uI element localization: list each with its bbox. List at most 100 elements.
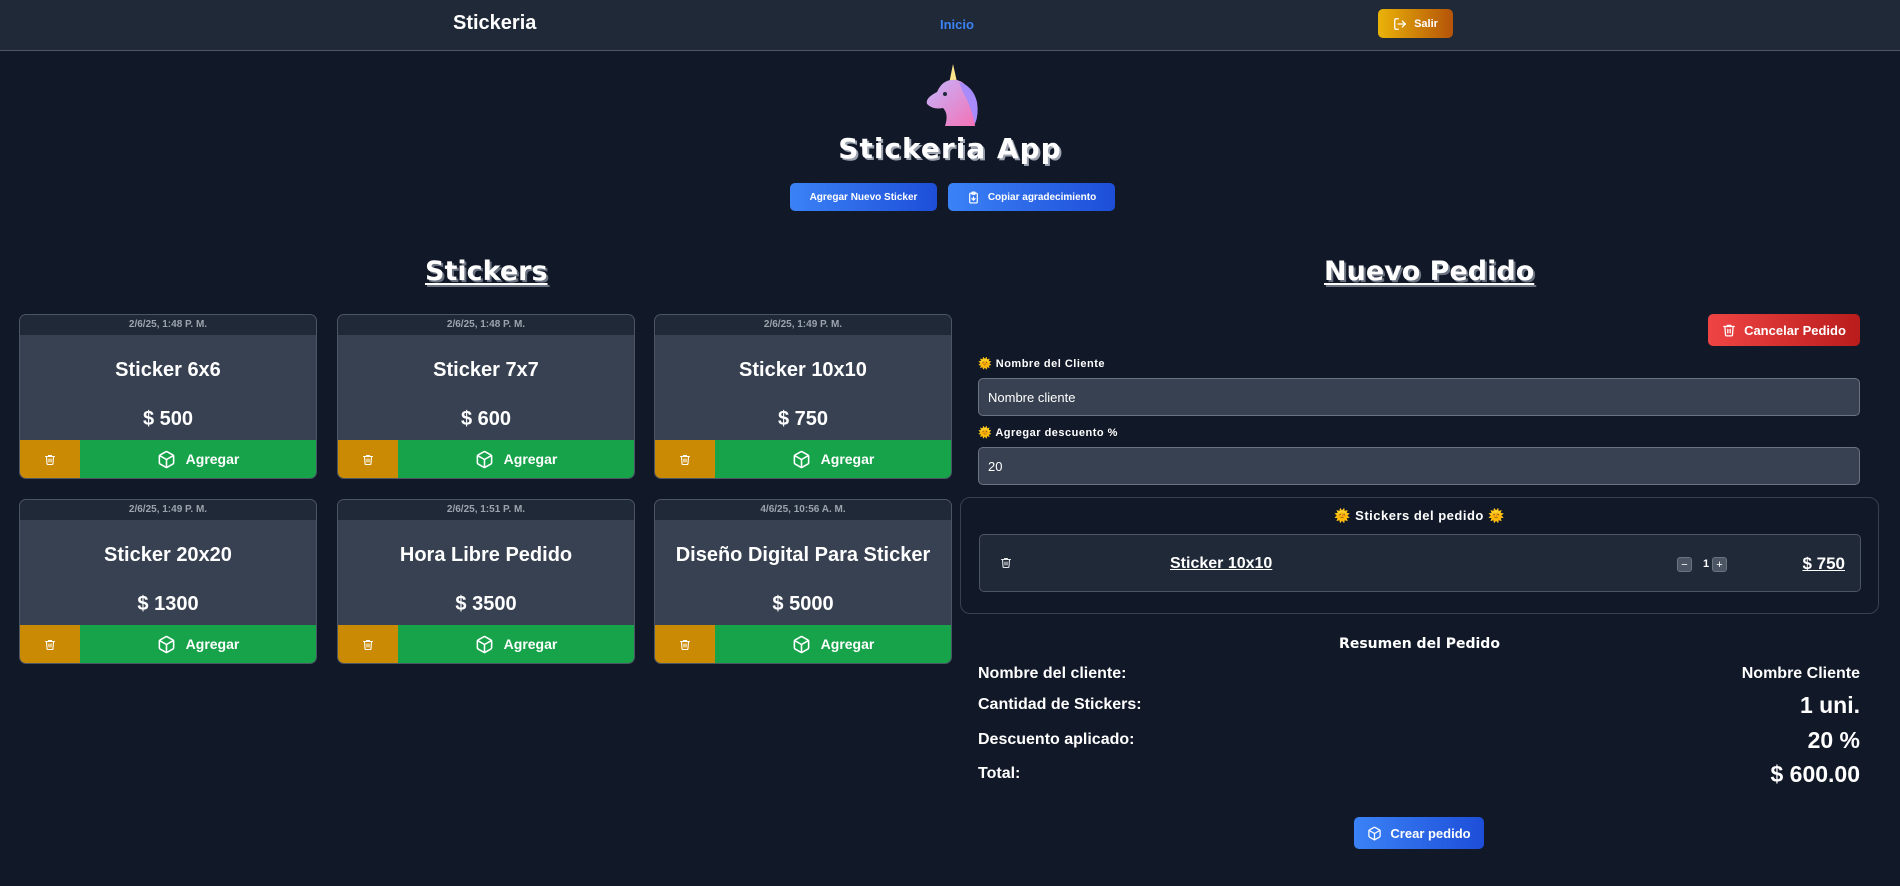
box-icon [1367, 826, 1382, 841]
box-icon [157, 635, 176, 654]
box-icon [157, 450, 176, 469]
sticker-price: $ 1300 [137, 593, 199, 615]
delete-sticker-button[interactable] [338, 625, 398, 663]
sticker-price: $ 3500 [455, 593, 517, 615]
sticker-name: Sticker 10x10 [739, 359, 867, 381]
unicorn-icon [915, 62, 985, 132]
discount-label: 🌞 Agregar descuento % [978, 427, 1118, 439]
remove-item-button[interactable] [1000, 556, 1012, 569]
add-label: Agregar [185, 451, 240, 467]
add-sticker-button[interactable]: Agregar Nuevo Sticker [790, 183, 937, 211]
sticker-date: 2/6/25, 1:49 P. M. [655, 315, 951, 335]
clipboard-icon [967, 190, 980, 204]
new-order-title: Nuevo Pedido [1324, 256, 1535, 287]
box-icon [475, 635, 494, 654]
add-sticker-to-order-button[interactable]: Agregar [80, 440, 316, 478]
add-sticker-label: Agregar Nuevo Sticker [809, 191, 918, 203]
sticker-actions: Agregar [655, 625, 951, 663]
add-label: Agregar [503, 636, 558, 652]
logout-button[interactable]: Salir [1378, 9, 1453, 38]
order-item-price: $ 750 [1802, 554, 1845, 573]
app-title: Stickeria App [838, 132, 1062, 165]
order-items-title: 🌞 Stickers del pedido 🌞 [1334, 508, 1505, 523]
sticker-name: Sticker 7x7 [433, 359, 539, 381]
summary-count-label: Cantidad de Stickers: [978, 696, 1142, 713]
logout-icon [1393, 17, 1407, 31]
cancel-order-button[interactable]: Cancelar Pedido [1708, 314, 1860, 346]
sticker-card: 2/6/25, 1:51 P. M. Hora Libre Pedido $ 350… [337, 499, 635, 664]
qty-increase-button[interactable]: + [1712, 557, 1727, 572]
trash-icon [362, 453, 374, 466]
copy-thanks-button[interactable]: Copiar agradecimiento [948, 183, 1115, 211]
add-sticker-to-order-button[interactable]: Agregar [398, 440, 634, 478]
discount-input[interactable] [978, 447, 1860, 485]
sticker-actions: Agregar [20, 625, 316, 663]
summary-count-value: 1 uni. [1799, 692, 1860, 718]
summary-total-value: $ 600.00 [1770, 761, 1860, 787]
qty-value: 1 [1703, 558, 1710, 570]
add-sticker-to-order-button[interactable]: Agregar [398, 625, 634, 663]
sticker-actions: Agregar [338, 440, 634, 478]
hero-logo [0, 62, 1900, 137]
cancel-order-label: Cancelar Pedido [1744, 322, 1846, 338]
top-navbar: Stickeria Inicio Salir [0, 0, 1900, 51]
add-sticker-to-order-button[interactable]: Agregar [715, 440, 951, 478]
qty-decrease-button[interactable]: − [1677, 557, 1692, 572]
summary-title: Resumen del Pedido [1339, 636, 1500, 652]
stickers-section-title: Stickers [425, 256, 548, 287]
trash-icon [362, 638, 374, 651]
summary-total-label: Total: [978, 765, 1021, 782]
sticker-price: $ 750 [777, 408, 829, 430]
sticker-card: 4/6/25, 10:56 A. M. Diseño Digital Para S… [654, 499, 952, 664]
client-name-label: 🌞 Nombre del Cliente [978, 358, 1105, 370]
sticker-date: 2/6/25, 1:48 P. M. [20, 315, 316, 335]
logout-label: Salir [1414, 17, 1438, 30]
sticker-price: $ 600 [460, 408, 512, 430]
nav-home-link[interactable]: Inicio [940, 17, 974, 32]
sticker-name: Hora Libre Pedido [399, 544, 573, 566]
add-sticker-to-order-button[interactable]: Agregar [715, 625, 951, 663]
order-item-name: Sticker 10x10 [1170, 555, 1273, 572]
delete-sticker-button[interactable] [20, 625, 80, 663]
delete-sticker-button[interactable] [338, 440, 398, 478]
sticker-name: Sticker 6x6 [115, 359, 221, 381]
sticker-name: Diseño Digital Para Sticker [675, 544, 931, 566]
copy-thanks-label: Copiar agradecimiento [987, 191, 1097, 203]
sticker-actions: Agregar [20, 440, 316, 478]
trash-icon [679, 638, 691, 651]
sticker-actions: Agregar [655, 440, 951, 478]
sticker-date: 2/6/25, 1:49 P. M. [20, 500, 316, 520]
summary-discount-value: 20 % [1807, 727, 1860, 753]
order-item-row: Sticker 10x10 − 1 + $ 750 [979, 534, 1861, 592]
client-name-input[interactable] [978, 378, 1860, 416]
sticker-card: 2/6/25, 1:49 P. M. Sticker 10x10 $ 750 Agre… [654, 314, 952, 479]
add-sticker-to-order-button[interactable]: Agregar [80, 625, 316, 663]
sticker-price: $ 500 [142, 408, 194, 430]
box-icon [792, 450, 811, 469]
create-order-label: Crear pedido [1390, 825, 1471, 841]
delete-sticker-button[interactable] [655, 625, 715, 663]
trash-icon [44, 453, 56, 466]
order-items-panel: 🌞 Stickers del pedido 🌞 Sticker 10x10 − … [960, 497, 1879, 614]
delete-sticker-button[interactable] [20, 440, 80, 478]
summary-client-value: Nombre Cliente [1741, 665, 1860, 682]
trash-icon [1000, 556, 1012, 569]
summary-client-label: Nombre del cliente: [978, 665, 1127, 682]
add-label: Agregar [503, 451, 558, 467]
sticker-card: 2/6/25, 1:48 P. M. Sticker 6x6 $ 500 Agrega… [19, 314, 317, 479]
trash-icon [44, 638, 56, 651]
add-label: Agregar [820, 636, 875, 652]
sticker-card: 2/6/25, 1:49 P. M. Sticker 20x20 $ 1300 Agr… [19, 499, 317, 664]
create-order-button[interactable]: Crear pedido [1354, 817, 1484, 849]
sticker-date: 2/6/25, 1:48 P. M. [338, 315, 634, 335]
sticker-price: $ 5000 [772, 593, 834, 615]
sticker-actions: Agregar [338, 625, 634, 663]
box-icon [792, 635, 811, 654]
sticker-card: 2/6/25, 1:48 P. M. Sticker 7x7 $ 600 Agrega… [337, 314, 635, 479]
summary-discount-label: Descuento aplicado: [978, 731, 1135, 748]
brand-title: Stickeria [453, 12, 537, 34]
box-icon [475, 450, 494, 469]
sticker-date: 2/6/25, 1:51 P. M. [338, 500, 634, 520]
add-label: Agregar [820, 451, 875, 467]
delete-sticker-button[interactable] [655, 440, 715, 478]
